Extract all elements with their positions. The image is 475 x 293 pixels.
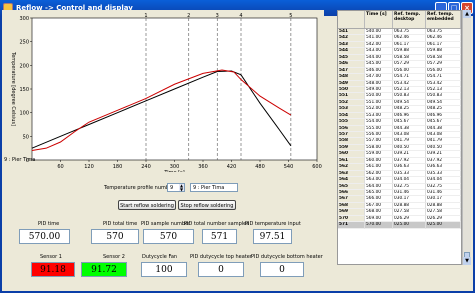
pid-sample-number-label: PID sample number — [141, 221, 191, 227]
y-tick-label: 100 — [19, 111, 29, 117]
pid-temp-input-label: PID temperature input — [245, 221, 301, 227]
pid-time-label: PID time — [38, 221, 60, 227]
table-body: 541 540.00 063.75 063.75 542 541.00 062.46 062.… — [338, 29, 461, 229]
profile-name-value: 9 : Pier Tima — [193, 185, 225, 191]
profile-number-value: 9 — [170, 185, 174, 191]
pid-temp-input-display: 97.51 — [253, 229, 292, 244]
profile-name-field[interactable]: 9 : Pier Tima — [190, 183, 238, 192]
table-scrollbar[interactable]: ▲ ▼ — [462, 10, 471, 265]
table-header: Time [s] Ref. temp. desktop Ref. temp. e… — [338, 11, 461, 29]
x-tick-label: 180 — [113, 164, 123, 170]
sensor2-label: Sensor 2 — [103, 254, 125, 260]
pid-total-samples-label: PID total number samples — [184, 221, 249, 227]
scroll-down-icon[interactable]: ▼ — [463, 257, 471, 265]
chart-svg: 05010015020025030060 120 180 240 300 360 420 48… — [4, 13, 322, 176]
zone-marker-label: 3 — [216, 13, 219, 19]
y-tick-label: 150 — [19, 87, 29, 93]
spinner-arrows-icon[interactable]: ▲ ▼ — [179, 184, 184, 192]
zone-marker-label: 1 — [144, 13, 147, 19]
bottom-heater-display: 0 — [260, 262, 304, 277]
pid-total-time-label: PID total time — [103, 221, 138, 227]
table-cell: 025.00 — [393, 222, 426, 229]
x-tick-label: 120 — [84, 164, 94, 170]
x-tick-label: 540 — [284, 164, 294, 170]
y-tick-label: 200 — [19, 63, 29, 69]
start-reflow-button[interactable]: Start reflow soldering — [118, 200, 176, 210]
sensor1-label: Sensor 1 — [40, 254, 62, 260]
zone-marker-label: 2 — [187, 13, 190, 19]
header-ref-embedded[interactable]: Ref. temp. embedded — [426, 11, 461, 28]
pid-time-display: 570.00 — [19, 229, 70, 244]
fan-label: Dutycycle Fan — [142, 254, 178, 260]
scroll-up-icon[interactable]: ▲ — [463, 10, 471, 18]
sensor2-display: 91.72 — [81, 262, 127, 277]
y-tick-label: 300 — [19, 16, 29, 22]
x-tick-label: 360 — [198, 164, 208, 170]
pid-total-time-display: 570 — [91, 229, 139, 244]
sensor1-display: 91.18 — [31, 262, 75, 277]
header-ref-desktop[interactable]: Ref. temp. desktop — [393, 11, 426, 28]
temperature-chart: 0 50 100 150 200 250 300 60 120 180 240 300 360 420 48… — [2, 10, 324, 176]
zone-marker-label: 5 — [289, 13, 292, 19]
table-row[interactable]: 571 570.00 025.00 025.00 — [338, 222, 461, 229]
pid-sample-number-display: 570 — [143, 229, 194, 244]
x-tick-label: 480 — [255, 164, 265, 170]
x-axis-label: Time [s] — [163, 170, 184, 172]
x-tick-label: 240 — [141, 164, 151, 170]
reference-temperature-table[interactable]: Time [s] Ref. temp. desktop Ref. temp. e… — [337, 10, 462, 265]
y-axis-label: Temperature [degree Celsius] — [10, 51, 16, 126]
fan-display: 100 — [141, 262, 187, 277]
zone-marker-label: 4 — [239, 13, 242, 19]
top-heater-display: 0 — [198, 262, 244, 277]
marker-text: 9 : Pier Tima — [4, 157, 35, 163]
stop-reflow-button[interactable]: Stop reflow soldering — [178, 200, 236, 210]
bottom-heater-label: PID dutycycle bottom heater — [251, 254, 323, 260]
x-tick-label: 420 — [227, 164, 237, 170]
table-cell: 570.00 — [365, 222, 393, 229]
y-tick-label: 50 — [23, 134, 29, 140]
profile-number-spinner[interactable]: 9 ▲ ▼ — [167, 183, 185, 192]
profile-number-label: Temperature profile number — [104, 185, 175, 191]
pid-total-samples-display: 571 — [202, 229, 237, 244]
x-tick-label: 60 — [57, 164, 63, 170]
header-time[interactable]: Time [s] — [365, 11, 393, 28]
header-index — [338, 11, 365, 28]
x-tick-label: 600 — [312, 164, 322, 170]
table-cell: 025.00 — [426, 222, 461, 229]
y-tick-label: 250 — [19, 40, 29, 46]
top-heater-label: PID dutycycle top heater — [190, 254, 252, 260]
table-cell: 571 — [338, 222, 365, 229]
